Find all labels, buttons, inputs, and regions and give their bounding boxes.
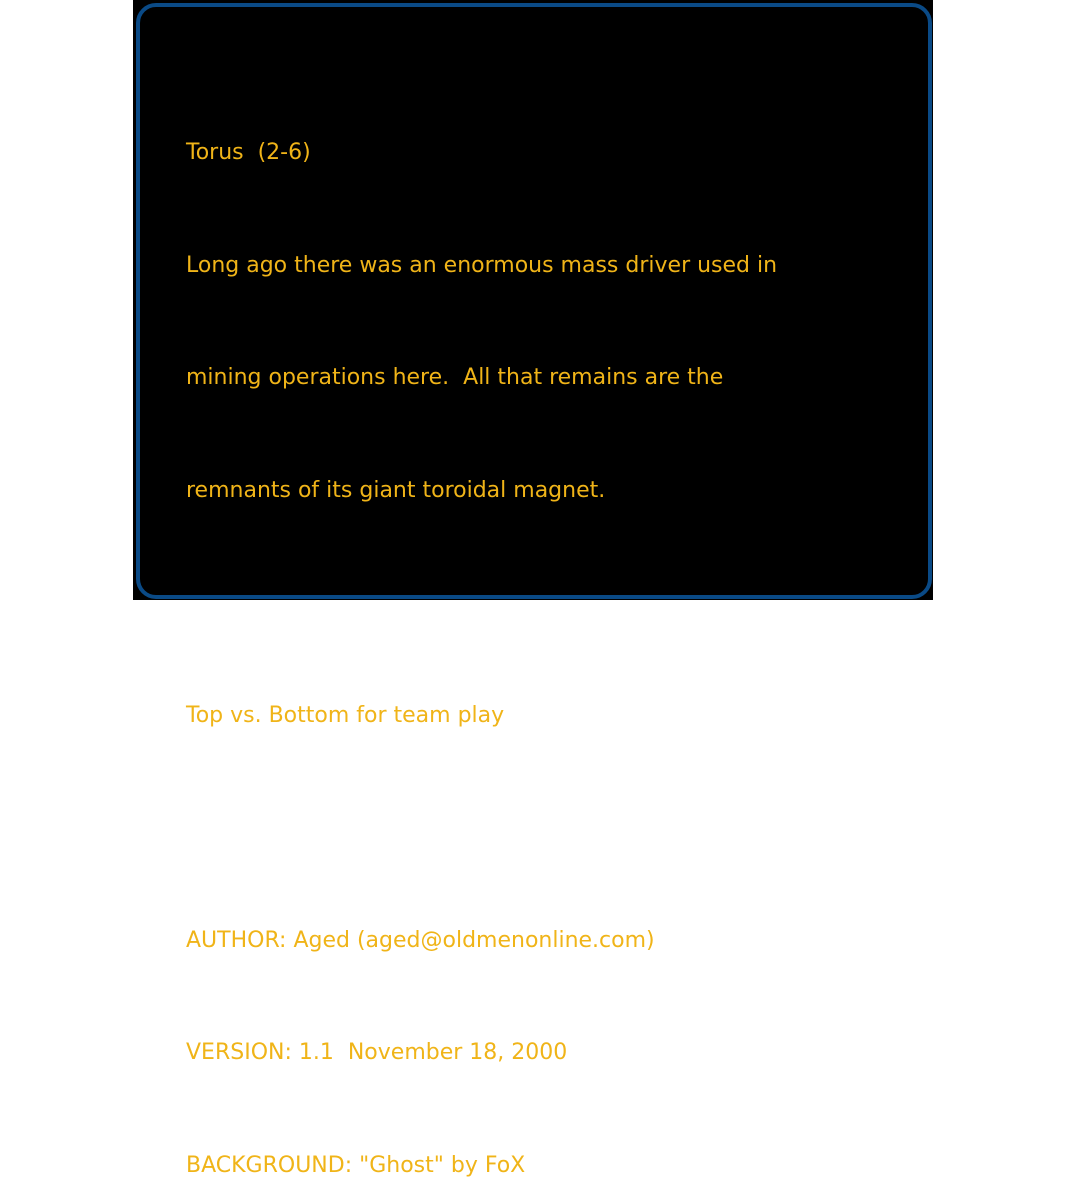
map-info-text: Torus (2-6) Long ago there was an enormo… (186, 59, 886, 1200)
map-title: Torus (2-6) (186, 140, 311, 165)
version-line: VERSION: 1.1 November 18, 2000 (186, 1040, 568, 1065)
author-line: AUTHOR: Aged (aged@oldmenonline.com) (186, 927, 655, 953)
team-play-note: Top vs. Bottom for team play (186, 702, 505, 728)
game-screen: Torus (2-6) Long ago there was an enormo… (133, 0, 933, 1178)
background-credit-line: BACKGROUND: "Ghost" by FoX (186, 1152, 526, 1178)
map-info-panel: Torus (2-6) Long ago there was an enormo… (136, 3, 932, 1178)
description-line: Long ago there was an enormous mass driv… (186, 252, 778, 278)
description-line: remnants of its giant toroidal magnet. (186, 477, 606, 503)
description-line: mining operations here. All that remains… (186, 365, 724, 390)
